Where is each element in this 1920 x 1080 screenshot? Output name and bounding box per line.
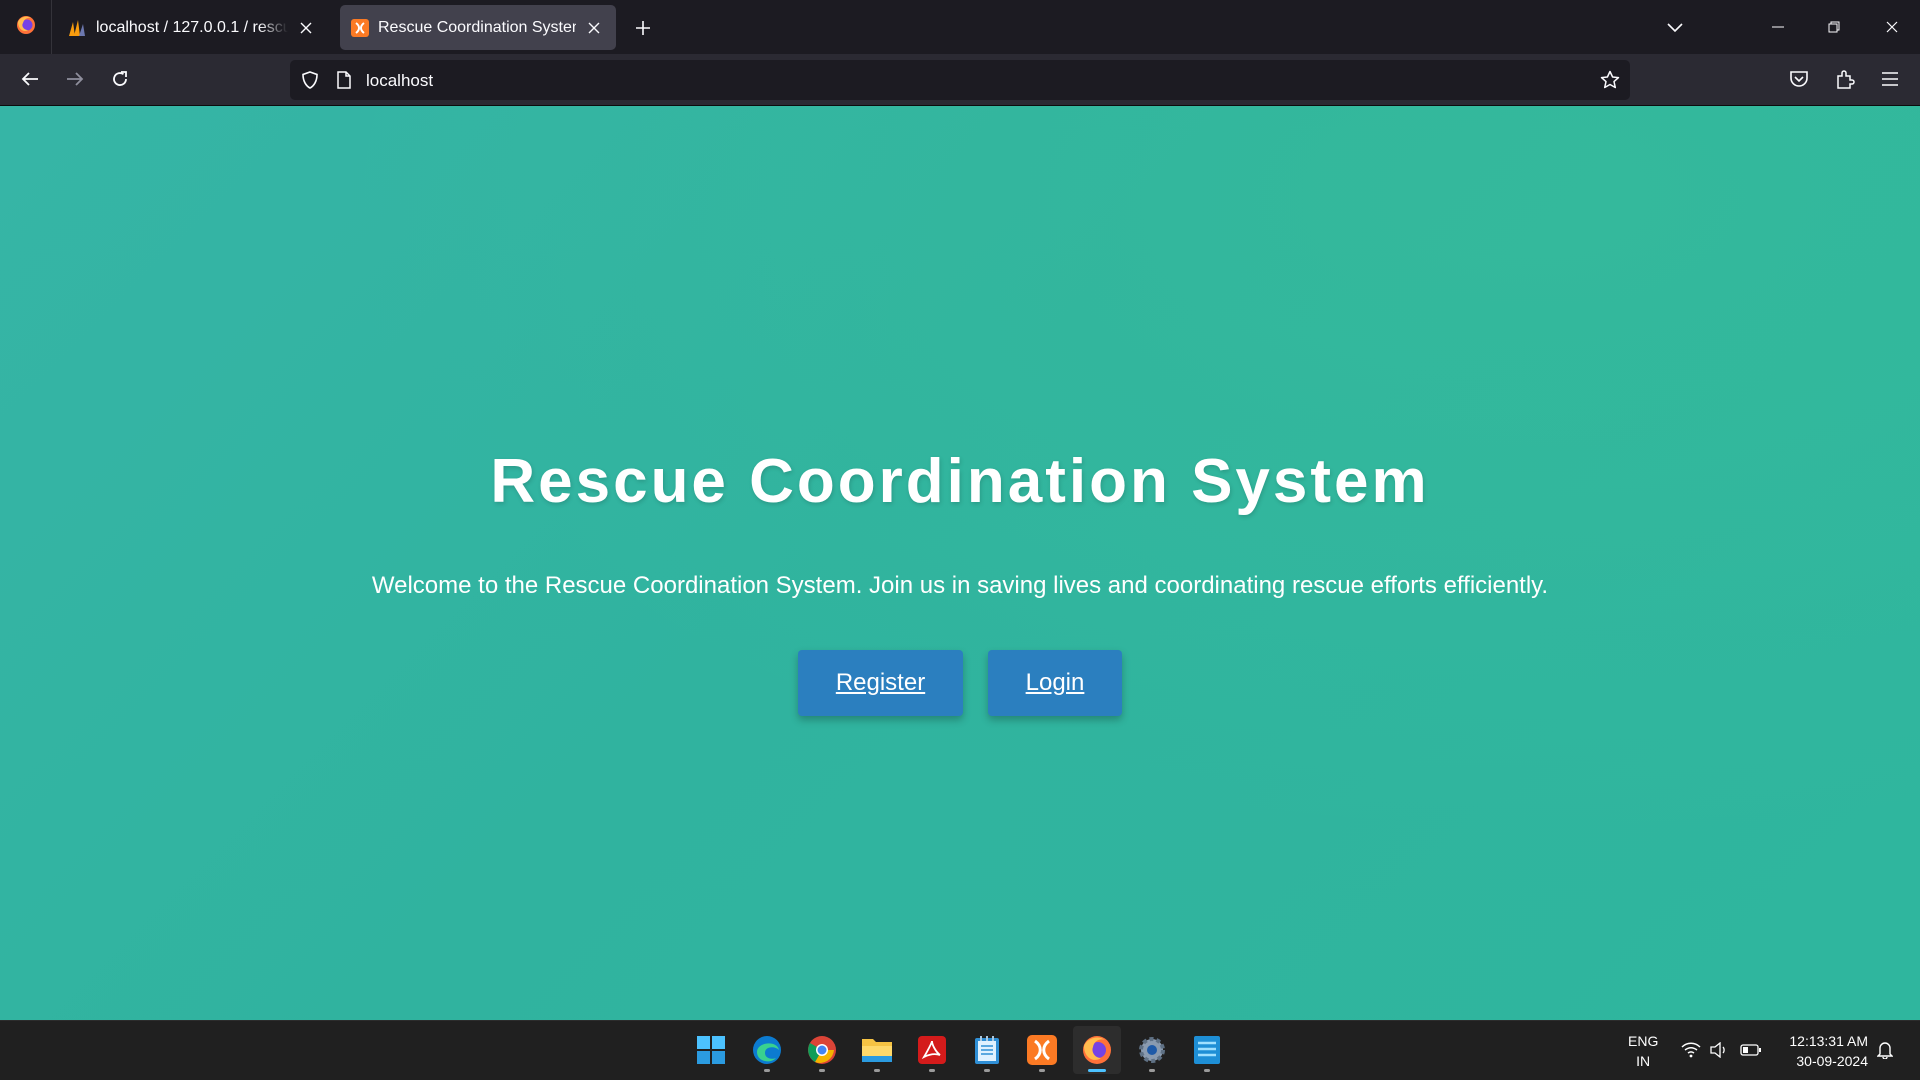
shield-icon[interactable] <box>298 68 322 92</box>
bookmark-star-icon[interactable] <box>1598 68 1622 92</box>
restore-button[interactable] <box>1806 0 1862 54</box>
restore-icon <box>1828 21 1840 33</box>
notepad-icon <box>975 1036 999 1064</box>
volume-icon[interactable] <box>1708 1039 1730 1061</box>
windows-taskbar: ENG IN 12:13:31 AM 30-09-2024 <box>0 1020 1920 1080</box>
firefox-icon <box>15 14 37 41</box>
minimize-button[interactable] <box>1750 0 1806 54</box>
sublime-text-icon <box>1194 1036 1220 1064</box>
arrow-right-icon <box>67 72 84 86</box>
puzzle-icon <box>1837 70 1855 89</box>
pocket-icon <box>1790 71 1808 87</box>
welcome-text: Welcome to the Rescue Coordination Syste… <box>371 572 1549 599</box>
tab-title: Rescue Coordination System <box>378 18 576 36</box>
url-text[interactable]: localhost <box>366 71 433 91</box>
extensions-button[interactable] <box>1827 61 1863 97</box>
acrobat-icon <box>918 1036 946 1064</box>
running-indicator <box>874 1069 880 1072</box>
running-indicator <box>819 1069 825 1072</box>
wifi-icon[interactable] <box>1680 1039 1702 1061</box>
taskbar-chrome[interactable] <box>798 1026 846 1074</box>
taskbar-file-explorer[interactable] <box>853 1026 901 1074</box>
battery-icon[interactable] <box>1740 1039 1762 1061</box>
close-tab-icon[interactable] <box>582 16 606 40</box>
language-code: ENG <box>1628 1033 1659 1049</box>
edge-icon <box>753 1036 781 1064</box>
taskbar-xampp[interactable] <box>1018 1026 1066 1074</box>
chrome-icon <box>808 1036 836 1064</box>
chevron-down-icon <box>1667 23 1683 33</box>
taskbar-acrobat[interactable] <box>908 1026 956 1074</box>
firefox-icon <box>1083 1036 1111 1064</box>
settings-icon <box>1139 1037 1165 1063</box>
list-all-tabs-button[interactable] <box>1660 13 1690 43</box>
xampp-icon <box>1027 1035 1057 1065</box>
clock-date: 30-09-2024 <box>1796 1053 1868 1069</box>
notification-bell-icon[interactable] <box>1874 1039 1896 1061</box>
system-clock[interactable]: 12:13:31 AM 30-09-2024 <box>1776 1031 1868 1071</box>
running-indicator <box>1204 1069 1210 1072</box>
taskbar-edge[interactable] <box>743 1026 791 1074</box>
running-indicator <box>929 1069 935 1072</box>
close-tab-icon[interactable] <box>294 16 318 40</box>
tab-phpmyadmin[interactable]: localhost / 127.0.0.1 / rescue_ag <box>58 5 328 50</box>
hamburger-menu-icon <box>1882 72 1898 86</box>
firefox-view-button[interactable] <box>0 0 52 54</box>
address-bar[interactable]: localhost <box>290 60 1630 100</box>
login-button[interactable]: Login <box>988 650 1122 716</box>
page-viewport: Rescue Coordination System Welcome to th… <box>0 106 1920 1020</box>
plus-icon <box>636 21 650 35</box>
phpmyadmin-icon <box>68 18 88 38</box>
start-button[interactable] <box>687 1026 735 1074</box>
tab-title: localhost / 127.0.0.1 / rescue_ag <box>96 18 288 36</box>
browser-tab-strip: localhost / 127.0.0.1 / rescue_ag Rescue… <box>0 0 1920 54</box>
taskbar-settings[interactable] <box>1128 1026 1176 1074</box>
page-title: Rescue Coordination System <box>490 447 1430 516</box>
region-code: IN <box>1636 1053 1651 1069</box>
register-button[interactable]: Register <box>798 650 963 716</box>
running-indicator <box>764 1069 770 1072</box>
reload-button[interactable] <box>102 61 138 97</box>
hero-section: Rescue Coordination System Welcome to th… <box>0 106 1920 1020</box>
new-tab-button[interactable] <box>628 13 658 43</box>
taskbar-sublime-text[interactable] <box>1183 1026 1231 1074</box>
close-icon <box>1886 21 1898 33</box>
running-indicator <box>1039 1069 1045 1072</box>
reload-icon <box>113 71 127 86</box>
running-indicator <box>984 1069 990 1072</box>
running-indicator <box>1149 1069 1155 1072</box>
taskbar-notepad[interactable] <box>963 1026 1011 1074</box>
minimize-icon <box>1772 26 1784 28</box>
back-button[interactable] <box>12 61 48 97</box>
taskbar-firefox[interactable] <box>1073 1026 1121 1074</box>
arrow-left-icon <box>21 72 38 86</box>
file-explorer-icon <box>862 1039 892 1062</box>
close-window-button[interactable] <box>1864 0 1920 54</box>
active-indicator <box>1088 1069 1106 1072</box>
start-icon <box>697 1036 725 1064</box>
browser-navigation-bar: localhost <box>0 54 1920 106</box>
pocket-button[interactable] <box>1781 61 1817 97</box>
page-icon[interactable] <box>332 68 356 92</box>
tab-rescue-coordination[interactable]: Rescue Coordination System <box>340 5 616 50</box>
language-indicator[interactable]: ENG IN <box>1628 1031 1658 1071</box>
menu-button[interactable] <box>1872 61 1908 97</box>
forward-button[interactable] <box>57 61 93 97</box>
clock-time: 12:13:31 AM <box>1789 1033 1868 1049</box>
xampp-icon <box>350 18 370 38</box>
